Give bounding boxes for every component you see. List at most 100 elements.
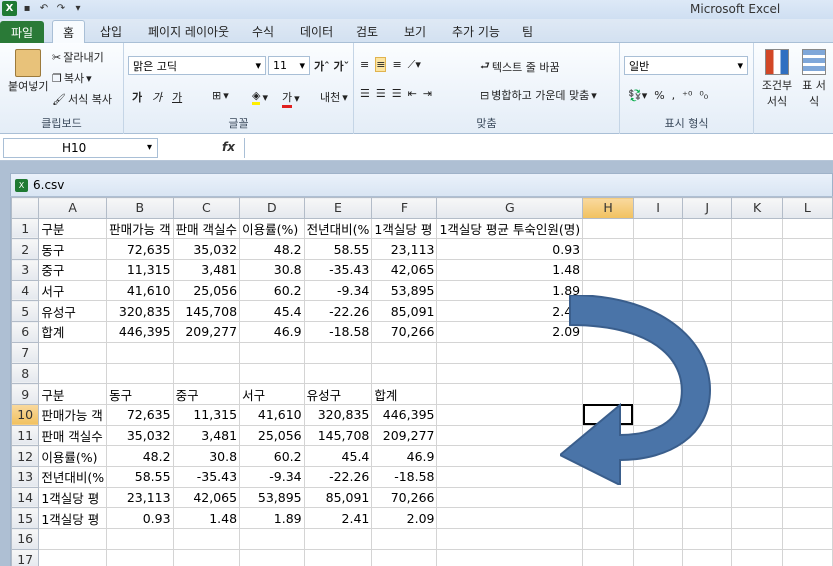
cell-c4[interactable]: 25,056 [172, 279, 241, 302]
cell-k13[interactable] [731, 465, 783, 488]
cell-l14[interactable] [781, 486, 833, 509]
row-header[interactable]: 5 [11, 300, 40, 323]
paste-button[interactable]: 붙여넣기 [8, 49, 48, 94]
cell-k1[interactable] [731, 217, 783, 240]
cell-j17[interactable] [682, 548, 733, 566]
tab-formulas[interactable]: 수식 [252, 23, 274, 40]
cell-f15[interactable]: 2.09 [371, 507, 438, 529]
cell-a17[interactable] [38, 548, 108, 566]
cell-e8[interactable] [303, 362, 373, 385]
cell-l1[interactable] [781, 217, 833, 240]
phonetic-button[interactable]: 내천 ▾ [320, 89, 348, 105]
cell-g15[interactable] [436, 507, 584, 529]
tab-data[interactable]: 데이터 [300, 23, 333, 40]
cell-a14[interactable]: 1객실당 평 [38, 486, 108, 509]
cell-d10[interactable]: 41,610 [239, 403, 305, 426]
cell-b3[interactable]: 11,315 [106, 259, 174, 281]
cell-l10[interactable] [781, 403, 833, 426]
cell-k15[interactable] [731, 507, 783, 529]
cell-l2[interactable] [781, 238, 833, 261]
increase-indent-icon[interactable]: ⇥ [423, 87, 432, 100]
copy-button[interactable]: ❐ 복사 ▾ [52, 70, 92, 86]
cell-c12[interactable]: 30.8 [172, 445, 241, 467]
cell-a12[interactable]: 이용률(%) [38, 445, 108, 467]
grow-font-button[interactable]: 가ˆ 가ˇ [314, 58, 349, 74]
cell-l7[interactable] [781, 341, 833, 364]
cell-c15[interactable]: 1.48 [172, 507, 241, 529]
cell-b15[interactable]: 0.93 [106, 507, 174, 529]
customize-toolbar-icon[interactable]: ▾ [71, 2, 85, 16]
column-header-l[interactable]: L [781, 197, 833, 219]
cell-b5[interactable]: 320,835 [106, 300, 174, 323]
cell-h15[interactable] [582, 507, 634, 529]
cell-a3[interactable]: 중구 [38, 259, 108, 281]
cell-d12[interactable]: 60.2 [239, 445, 305, 467]
cell-l4[interactable] [781, 279, 833, 302]
cell-c10[interactable]: 11,315 [172, 403, 241, 426]
row-header[interactable]: 15 [11, 507, 40, 529]
cell-c3[interactable]: 3,481 [172, 259, 241, 281]
cell-e16[interactable] [303, 528, 373, 550]
cell-b13[interactable]: 58.55 [106, 465, 174, 488]
column-header-f[interactable]: F [371, 197, 438, 219]
cell-f4[interactable]: 53,895 [371, 279, 438, 302]
cell-b17[interactable] [106, 548, 174, 566]
cell-k9[interactable] [731, 383, 783, 405]
name-box[interactable]: H10 [3, 138, 158, 158]
tab-page-layout[interactable]: 페이지 레이아웃 [148, 23, 229, 40]
cell-k7[interactable] [731, 341, 783, 364]
cell-a2[interactable]: 동구 [38, 238, 108, 261]
cell-g3[interactable]: 1.48 [436, 259, 584, 281]
cell-a10[interactable]: 판매가능 객 [38, 403, 108, 426]
row-header[interactable]: 8 [11, 362, 40, 385]
cell-f16[interactable] [371, 528, 438, 550]
cell-f10[interactable]: 446,395 [371, 403, 438, 426]
decrease-indent-icon[interactable]: ⇤ [408, 87, 417, 100]
cell-g2[interactable]: 0.93 [436, 238, 584, 261]
cell-c8[interactable] [172, 362, 241, 385]
cell-h1[interactable] [582, 217, 634, 240]
cell-i17[interactable] [632, 548, 684, 566]
cell-d3[interactable]: 30.8 [239, 259, 305, 281]
cell-d6[interactable]: 46.9 [239, 321, 305, 343]
fill-color-button[interactable]: ◈ ▾ [252, 89, 268, 105]
cell-j2[interactable] [682, 238, 733, 261]
decrease-decimal-icon[interactable]: ⁰₀ [699, 89, 708, 102]
row-header[interactable]: 17 [11, 548, 40, 566]
cell-k8[interactable] [731, 362, 783, 385]
font-size-select[interactable]: 11 ▾ [268, 56, 310, 75]
cell-d5[interactable]: 45.4 [239, 300, 305, 323]
column-header-i[interactable]: I [632, 197, 684, 219]
column-header-h[interactable]: H [582, 197, 634, 219]
cell-c14[interactable]: 42,065 [172, 486, 241, 509]
cell-k2[interactable] [731, 238, 783, 261]
row-header[interactable]: 4 [11, 279, 40, 302]
cell-e1[interactable]: 전년대비(% [303, 217, 373, 240]
cell-e7[interactable] [303, 341, 373, 364]
border-button[interactable]: ⊞ ▾ [212, 89, 229, 102]
cell-j3[interactable] [682, 259, 733, 281]
bold-button[interactable]: 가 [132, 89, 142, 105]
cell-k17[interactable] [731, 548, 783, 566]
cell-l3[interactable] [781, 259, 833, 281]
cell-b4[interactable]: 41,610 [106, 279, 174, 302]
cell-e9[interactable]: 유성구 [303, 383, 373, 405]
wrap-text-button[interactable]: ⮐ 텍스트 줄 바꿈 [480, 57, 560, 76]
cell-l12[interactable] [781, 445, 833, 467]
cell-i15[interactable] [632, 507, 684, 529]
cell-d11[interactable]: 25,056 [239, 424, 305, 447]
undo-icon[interactable]: ↶ [37, 2, 51, 16]
row-header[interactable]: 16 [11, 528, 40, 550]
cell-d15[interactable]: 1.89 [239, 507, 305, 529]
cell-l6[interactable] [781, 321, 833, 343]
tab-home[interactable]: 홈 [52, 20, 86, 44]
select-all-corner[interactable] [11, 197, 40, 219]
formula-input[interactable] [244, 138, 833, 158]
cell-k14[interactable] [731, 486, 783, 509]
align-right-icon[interactable]: ☰ [392, 87, 402, 100]
underline-button[interactable]: 가 [172, 89, 182, 105]
cell-c6[interactable]: 209,277 [172, 321, 241, 343]
cell-d7[interactable] [239, 341, 305, 364]
row-header[interactable]: 3 [11, 259, 40, 281]
italic-button[interactable]: 가 [152, 89, 162, 105]
